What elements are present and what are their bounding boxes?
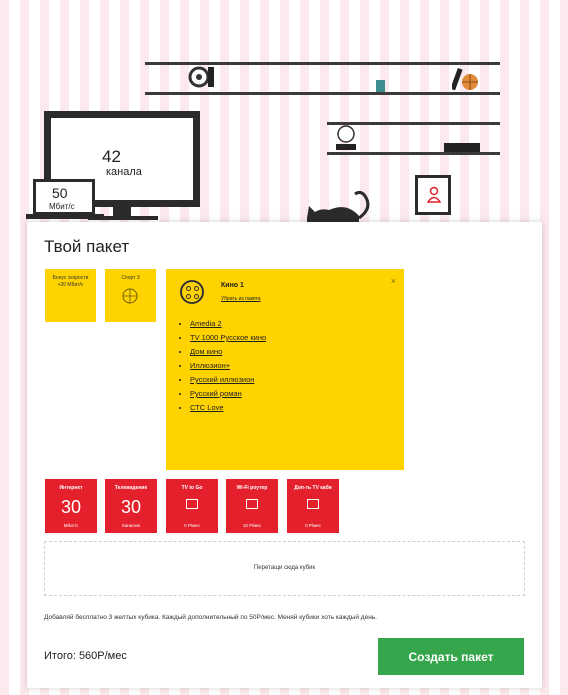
channel-list: Amedia 2 TV 1000 Русское кино Дом кино И… bbox=[176, 319, 290, 417]
sport-cube[interactable]: Спорт 3 bbox=[105, 269, 156, 322]
screens-icon bbox=[186, 499, 198, 509]
cube-unit: Мбит/с bbox=[63, 523, 79, 528]
channel-item[interactable]: Русский иллюзион bbox=[190, 375, 290, 384]
sport-label: Спорт 3 bbox=[121, 275, 140, 281]
cube-title: Wi-Fi роутер bbox=[236, 485, 268, 491]
dropzone-text: Перетащи сюда кубик bbox=[253, 565, 316, 571]
picture-frame bbox=[415, 175, 451, 215]
tv-channels-label: канала bbox=[106, 166, 142, 178]
dropzone[interactable]: Перетащи сюда кубик bbox=[44, 541, 525, 596]
cube-value: 30 bbox=[120, 497, 142, 517]
tv-to-go-cube[interactable]: TV to Go 0 Р/мес bbox=[166, 479, 218, 533]
tv-cube[interactable]: Телевидение 30 Каналов bbox=[105, 479, 157, 533]
cube-title: TV to Go bbox=[181, 485, 203, 491]
film-reel-icon bbox=[188, 66, 214, 88]
tv-box-icon bbox=[307, 499, 319, 509]
channel-item[interactable]: Иллюзион+ bbox=[190, 361, 290, 370]
wifi-router-cube[interactable]: Wi-Fi роутер 10 Р/мес bbox=[226, 479, 278, 533]
package-card: Твой пакет Бонус скорости +20 Мбит/с Спо… bbox=[27, 222, 542, 688]
cube-unit: 0 Р/мес bbox=[305, 523, 321, 528]
cube-unit: 0 Р/мес bbox=[184, 523, 200, 528]
create-package-button[interactable]: Создать пакет bbox=[378, 638, 524, 675]
kino-title: Кино 1 bbox=[221, 282, 244, 289]
pricing-note: Добавляй бесплатно 3 желтых кубика. Кажд… bbox=[44, 614, 377, 621]
laptop-base bbox=[26, 214, 104, 219]
channel-item[interactable]: TV 1000 Русское кино bbox=[190, 333, 290, 342]
channel-item[interactable]: Русский роман bbox=[190, 389, 290, 398]
kino-cube-expanded[interactable]: Кино 1 Убрать из пакета × Amedia 2 TV 10… bbox=[166, 269, 404, 470]
channel-item[interactable]: Дом кино bbox=[190, 347, 290, 356]
router-icon bbox=[246, 499, 258, 509]
cube-unit: 10 Р/мес bbox=[242, 523, 262, 528]
tv-box-cube[interactable]: Доп-ть TV каби 0 Р/мес bbox=[287, 479, 339, 533]
cube-title: Доп-ть TV каби bbox=[294, 485, 332, 491]
cube-value: 30 bbox=[60, 497, 82, 517]
internet-cube[interactable]: Интернет 30 Мбит/с bbox=[45, 479, 97, 533]
cup-icon bbox=[376, 80, 385, 92]
film-reel-icon bbox=[180, 280, 204, 304]
ball-icon bbox=[122, 288, 138, 304]
speed-bonus-cube[interactable]: Бонус скорости +20 Мбит/с bbox=[45, 269, 96, 322]
lamp-icon bbox=[336, 125, 356, 150]
speed-bonus-label: Бонус скорости +20 Мбит/с bbox=[52, 275, 89, 288]
channel-item[interactable]: СТС Love bbox=[190, 403, 290, 412]
tv-channels-number: 42 bbox=[102, 147, 121, 166]
laptop-speed-number: 50 bbox=[52, 185, 68, 201]
shelf-middle bbox=[145, 92, 500, 95]
remove-from-package-link[interactable]: Убрать из пакета bbox=[221, 296, 261, 302]
basketball-icon bbox=[452, 68, 478, 91]
cube-title: Интернет bbox=[59, 485, 83, 491]
page-title: Твой пакет bbox=[44, 237, 130, 256]
total-price: Итого: 560Р/мес bbox=[44, 650, 127, 662]
box-icon bbox=[444, 143, 480, 152]
laptop-speed-label: Мбит/с bbox=[49, 202, 75, 211]
close-icon[interactable]: × bbox=[391, 276, 396, 286]
channel-item[interactable]: Amedia 2 bbox=[190, 319, 290, 328]
person-icon bbox=[427, 186, 441, 203]
cube-title: Телевидение bbox=[114, 485, 148, 491]
cube-unit: Каналов bbox=[122, 523, 140, 528]
